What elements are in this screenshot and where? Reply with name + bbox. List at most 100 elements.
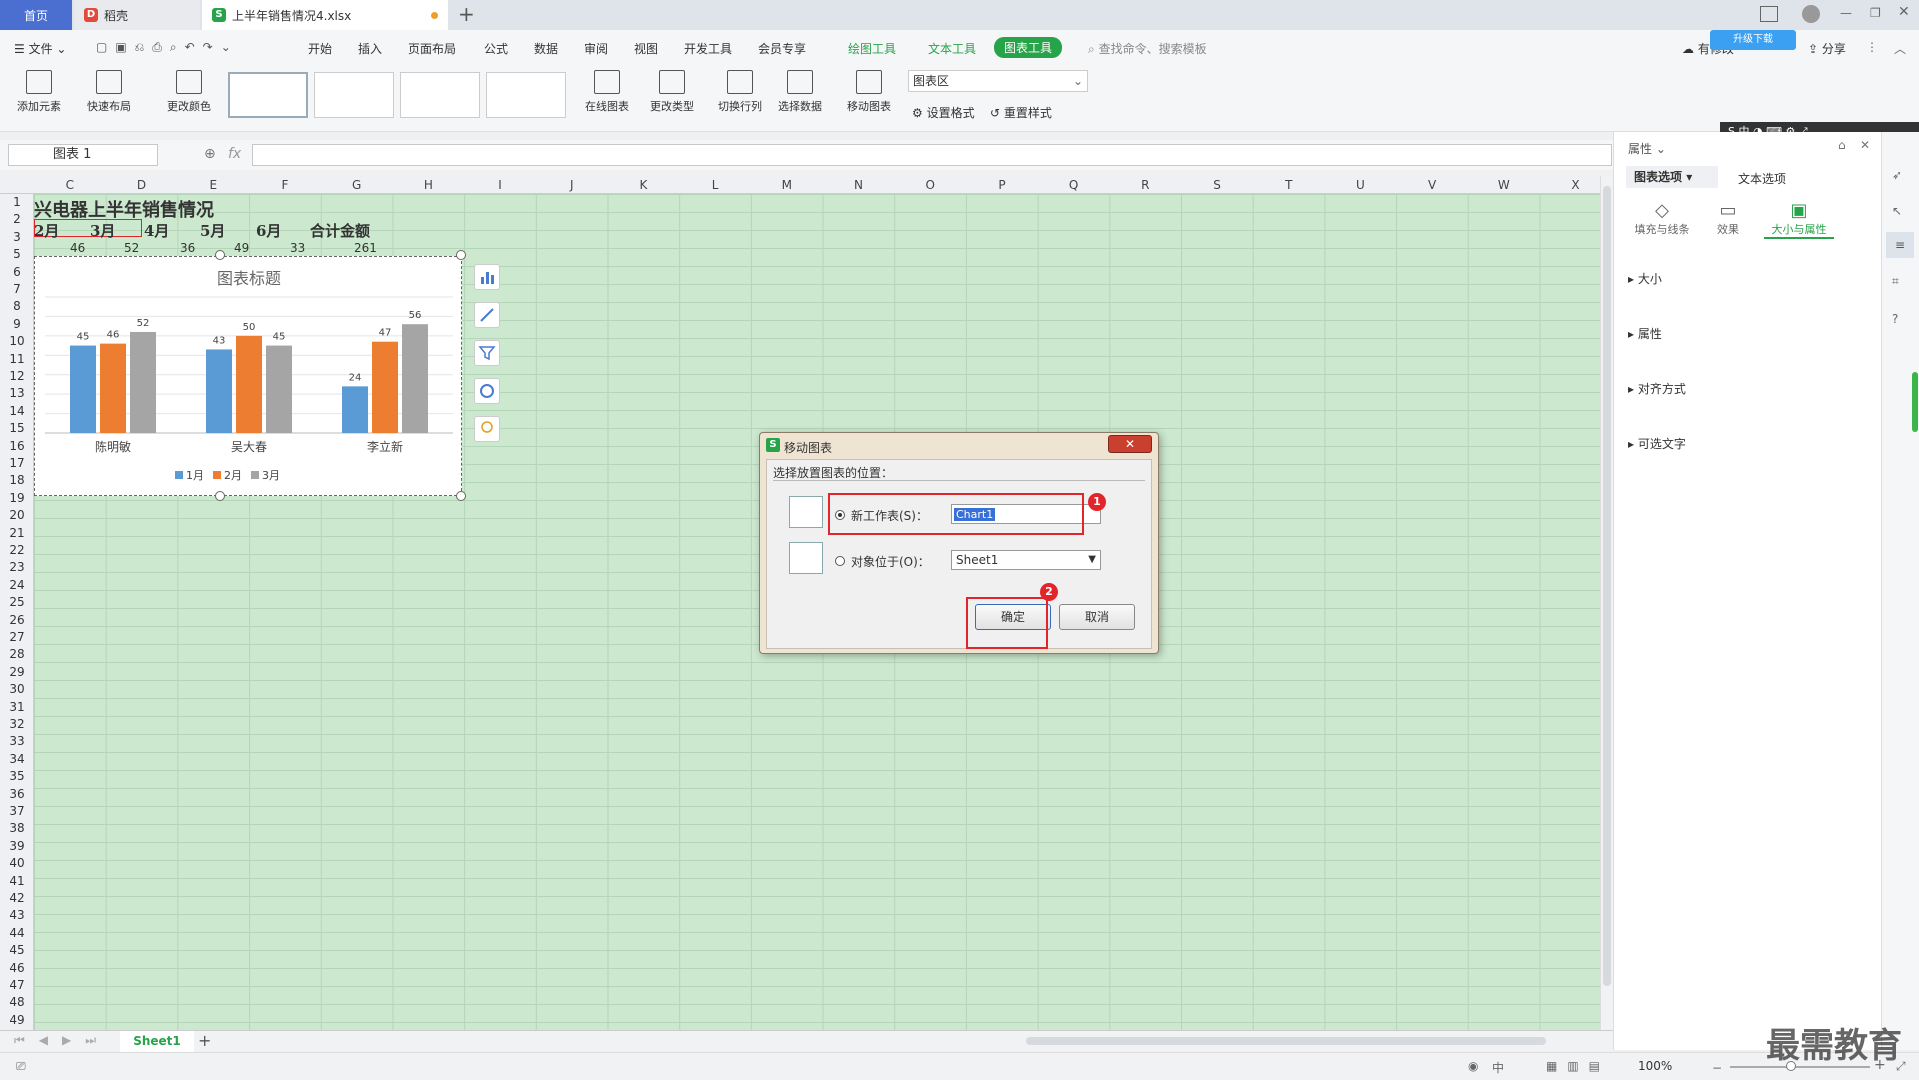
add-element-button[interactable]: 添加元素 (8, 64, 70, 114)
row-header[interactable]: 6 (0, 265, 34, 279)
vertical-scrollbar[interactable] (1600, 176, 1613, 1030)
quick-layout-button[interactable]: 快速布局 (76, 64, 142, 114)
help-icon[interactable]: ? (1892, 312, 1898, 326)
row-header[interactable]: 15 (0, 421, 34, 435)
avatar[interactable] (1802, 5, 1820, 23)
radio-object-in[interactable] (835, 556, 845, 566)
quick-access-icons[interactable]: ▢▣⎌⎙⌕↶↷⌄ (96, 40, 239, 55)
data-cell[interactable]: 33 (290, 241, 305, 255)
chart-style-4[interactable] (486, 72, 566, 118)
subtab-effect[interactable]: ▭ 效果 (1698, 200, 1758, 237)
data-cell[interactable]: 261 (354, 241, 377, 255)
chart-style-2[interactable] (314, 72, 394, 118)
row-header[interactable]: 11 (0, 352, 34, 366)
row-header[interactable]: 41 (0, 874, 34, 888)
pin-icon[interactable]: ⌂ (1838, 138, 1846, 152)
tab-home[interactable]: 首页 (0, 0, 72, 30)
row-header[interactable]: 5 (0, 247, 34, 261)
header-cell[interactable]: 合计金额 (310, 220, 370, 241)
data-cell[interactable]: 36 (180, 241, 195, 255)
sheet-nav-icons[interactable]: ⏮◀▶⏭ (14, 1033, 110, 1048)
row-header[interactable]: 28 (0, 647, 34, 661)
share-button[interactable]: ⇪ 分享 (1808, 40, 1846, 57)
file-menu[interactable]: ☰ 文件 ⌄ (14, 40, 66, 57)
chart-elements-button[interactable] (474, 264, 500, 290)
row-header[interactable]: 43 (0, 908, 34, 922)
menu-start[interactable]: 开始 (308, 40, 332, 57)
row-header[interactable]: 42 (0, 891, 34, 905)
zoom-icon[interactable]: ⊕ (204, 146, 216, 162)
column-header[interactable]: C (60, 178, 80, 192)
add-sheet-button[interactable]: + (198, 1031, 211, 1050)
data-cell[interactable]: 49 (234, 241, 249, 255)
row-header[interactable]: 8 (0, 299, 34, 313)
row-header[interactable]: 25 (0, 595, 34, 609)
resize-handle[interactable] (215, 250, 225, 260)
rocket-icon[interactable]: ➶ (1892, 168, 1902, 182)
object-sheet-select[interactable]: Sheet1 ▼ (951, 550, 1101, 570)
minimize-icon[interactable]: — (1840, 6, 1852, 20)
row-header[interactable]: 22 (0, 543, 34, 557)
column-header[interactable]: E (203, 178, 223, 192)
section-props[interactable]: ▸ 属性 (1628, 325, 1662, 342)
search-command[interactable]: ⌕ 查找命令、搜索模板 (1088, 40, 1207, 57)
column-header[interactable]: S (1207, 178, 1227, 192)
more-icon[interactable]: ⋮ (1866, 40, 1878, 54)
menu-insert[interactable]: 插入 (358, 40, 382, 57)
row-header[interactable]: 24 (0, 578, 34, 592)
menu-page-layout[interactable]: 页面布局 (408, 40, 456, 57)
row-header[interactable]: 12 (0, 369, 34, 383)
menu-view[interactable]: 视图 (634, 40, 658, 57)
row-header[interactable]: 21 (0, 526, 34, 540)
sliders-icon[interactable]: ≡ (1886, 232, 1914, 258)
row-header[interactable]: 20 (0, 508, 34, 522)
chart-tips-button[interactable] (474, 416, 500, 442)
row-header[interactable]: 14 (0, 404, 34, 418)
row-header[interactable]: 10 (0, 334, 34, 348)
tab-chart-options[interactable]: 图表选项 ▾ (1626, 166, 1718, 188)
column-header[interactable]: T (1279, 178, 1299, 192)
row-header[interactable]: 18 (0, 473, 34, 487)
data-cell[interactable]: 46 (70, 241, 85, 255)
name-box[interactable]: 图表 1 (8, 144, 158, 166)
column-header[interactable]: U (1350, 178, 1370, 192)
row-header[interactable]: 44 (0, 926, 34, 940)
chart[interactable]: 图表标题 45 46 52 陈明敏 43 50 45 吴大春 24 47 56 李立新 1月 2月 3月 (34, 256, 462, 496)
change-type-button[interactable]: 更改类型 (642, 64, 702, 114)
column-header[interactable]: O (920, 178, 940, 192)
collapse-ribbon-icon[interactable]: ︿ (1894, 40, 1906, 57)
column-header[interactable]: I (490, 178, 510, 192)
header-cell[interactable]: 2月 (34, 220, 59, 241)
reset-style-button[interactable]: ↺ 重置样式 (990, 104, 1052, 121)
row-header[interactable]: 7 (0, 282, 34, 296)
column-header[interactable]: M (777, 178, 797, 192)
header-cell[interactable]: 3月 (90, 220, 115, 241)
switch-rowcol-button[interactable]: 切换行列 (710, 64, 770, 114)
row-header[interactable]: 32 (0, 717, 34, 731)
tab-file[interactable]: S 上半年销售情况4.xlsx (202, 0, 448, 30)
section-alt-text[interactable]: ▸ 可选文字 (1628, 435, 1686, 452)
row-header[interactable]: 45 (0, 943, 34, 957)
column-header[interactable]: R (1135, 178, 1155, 192)
chart-style-3[interactable] (400, 72, 480, 118)
column-header[interactable]: K (633, 178, 653, 192)
column-header[interactable]: X (1566, 178, 1586, 192)
close-icon[interactable]: ✕ (1898, 4, 1910, 20)
menu-draw-tools[interactable]: 绘图工具 (848, 40, 896, 57)
row-header[interactable]: 47 (0, 978, 34, 992)
row-header[interactable]: 23 (0, 560, 34, 574)
window-icon[interactable] (1760, 6, 1778, 22)
column-header[interactable]: H (418, 178, 438, 192)
dialog-close-button[interactable]: ✕ (1108, 435, 1152, 453)
restore-icon[interactable]: ❐ (1870, 6, 1881, 20)
menu-member[interactable]: 会员专享 (758, 40, 806, 57)
menu-review[interactable]: 审阅 (584, 40, 608, 57)
row-header[interactable]: 31 (0, 700, 34, 714)
column-header[interactable]: G (347, 178, 367, 192)
chart-style-button[interactable] (474, 302, 500, 328)
chart-style-1[interactable] (228, 72, 308, 118)
row-header[interactable]: 29 (0, 665, 34, 679)
row-header[interactable]: 1 (0, 195, 34, 209)
cancel-button[interactable]: 取消 (1059, 604, 1135, 630)
column-header[interactable]: L (705, 178, 725, 192)
